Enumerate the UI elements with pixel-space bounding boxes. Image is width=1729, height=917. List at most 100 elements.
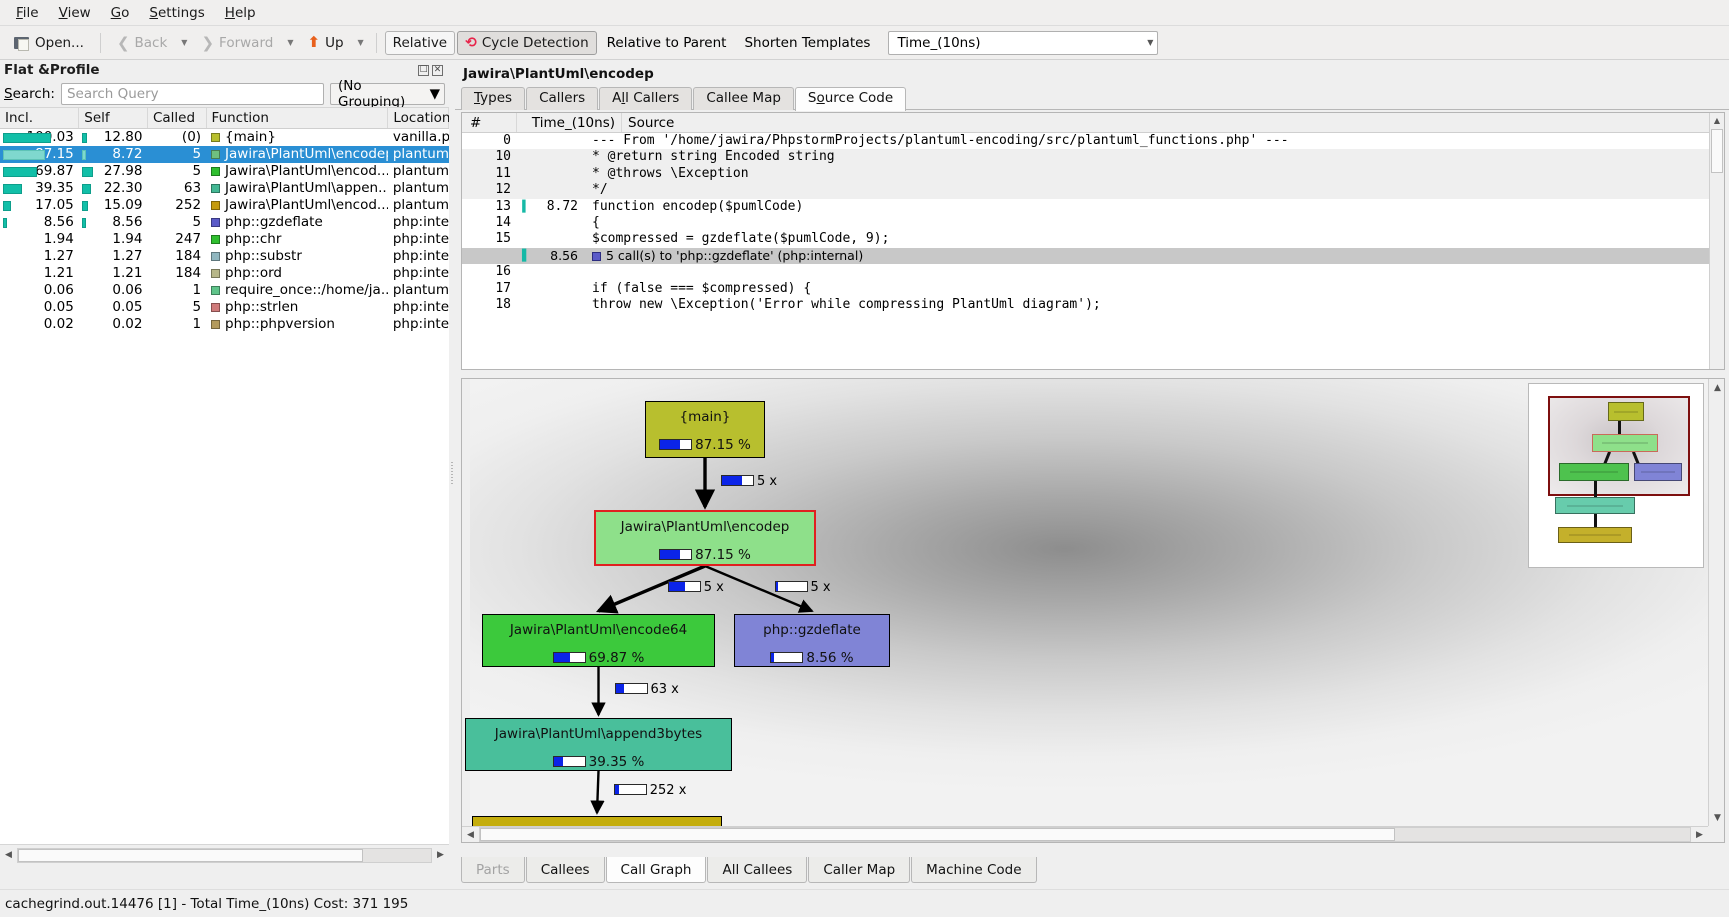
up-dropdown-arrow[interactable]: ▼	[354, 38, 368, 47]
source-line[interactable]: 14 {	[462, 215, 1724, 231]
table-row[interactable]: 100.0312.80 (0){main}vanilla.php	[0, 129, 449, 147]
source-line[interactable]: 15 $compressed = gzdeflate($pumlCode, 9)…	[462, 231, 1724, 247]
cell-incl: 1.94	[43, 231, 74, 247]
scroll-down-icon[interactable]: ▼	[1709, 809, 1724, 826]
call-graph-minimap[interactable]	[1528, 383, 1704, 568]
bottom-tab-all-callees[interactable]: All Callees	[707, 857, 808, 883]
bottom-tab-machine-code[interactable]: Machine Code	[911, 857, 1037, 883]
menu-settings[interactable]: Settings	[139, 2, 214, 24]
grouping-combobox[interactable]: (No Grouping) ▼	[330, 78, 445, 110]
search-input[interactable]: Search Query	[60, 83, 324, 105]
back-button[interactable]: ❮ Back	[109, 30, 175, 56]
source-vscrollbar[interactable]: ▲	[1709, 113, 1724, 369]
table-row[interactable]: 1.21 1.21 184php::ordphp:internal	[0, 265, 449, 282]
source-line[interactable]: 13 ▐ 8.72 function encodep($pumlCode)	[462, 199, 1724, 215]
forward-dropdown-arrow[interactable]: ▼	[283, 38, 297, 47]
table-row[interactable]: 0.05 0.05 5php::strlenphp:internal	[0, 299, 449, 316]
source-line[interactable]: 18 throw new \Exception('Error while com…	[462, 297, 1724, 313]
column-header-location[interactable]: Location	[387, 108, 449, 129]
flat-profile-hscrollbar[interactable]: ◀ ▶	[0, 844, 449, 865]
table-row[interactable]: 17.05 15.09 252 Jawira\PlantUml\encod... pla…	[0, 197, 449, 214]
graph-hscrollbar[interactable]: ◀ ▶	[462, 826, 1708, 842]
bottom-tab-caller-map[interactable]: Caller Map	[808, 857, 911, 883]
source-line[interactable]: 12 */	[462, 182, 1724, 199]
search-label: Search:	[4, 86, 55, 102]
call-graph-node[interactable]: {main} 87.15 %	[645, 401, 765, 458]
table-row[interactable]: 1.27 1.27 184php::substrphp:internal	[0, 248, 449, 265]
table-row[interactable]: 0.06 0.06 1 require_once::/home/ja... plantu…	[0, 282, 449, 299]
call-graph-node[interactable]: Jawira\PlantUml\encode64 69.87 %	[482, 614, 715, 667]
shorten-templates-button[interactable]: Shorten Templates	[736, 32, 878, 54]
scroll-right-icon[interactable]: ▶	[1691, 826, 1708, 842]
table-row[interactable]: 1.94 1.94 247php::chrphp:internal	[0, 231, 449, 248]
scroll-thumb[interactable]	[18, 848, 363, 862]
cost-bar	[81, 201, 88, 211]
tab-callee-map[interactable]: Callee Map	[693, 87, 794, 110]
call-graph-node[interactable]: Jawira\PlantUml\append3bytes 39.35 %	[465, 718, 732, 771]
cycle-detection-button[interactable]: ⟲ Cycle Detection	[457, 30, 597, 55]
call-graph-canvas[interactable]: {main} 87.15 % Jawira\PlantUml\encodep 87.1…	[465, 379, 1708, 830]
node-label: Jawira\PlantUml\encode64	[509, 622, 688, 638]
node-cost-bar	[552, 652, 586, 663]
scroll-track[interactable]	[17, 847, 432, 863]
cell-function: php::chr	[206, 231, 388, 248]
menu-help[interactable]: Help	[215, 2, 266, 24]
back-dropdown-arrow[interactable]: ▼	[177, 38, 191, 47]
up-button[interactable]: ⬆ Up	[299, 31, 351, 55]
relative-to-parent-button[interactable]: Relative to Parent	[599, 32, 735, 54]
undock-icon[interactable]: ☐	[418, 64, 429, 76]
source-line[interactable]: 17 if (false === $compressed) {	[462, 281, 1724, 297]
bottom-tab-parts[interactable]: Parts	[461, 857, 525, 883]
table-row[interactable]: 8.568.56 5php::gzdeflatephp:internal	[0, 214, 449, 231]
source-col-line[interactable]: #	[462, 113, 517, 132]
column-header-self[interactable]: Self	[78, 108, 148, 129]
menu-view[interactable]: View	[49, 2, 101, 24]
edge-cost-bar	[613, 784, 647, 795]
scroll-left-icon[interactable]: ◀	[0, 847, 17, 864]
source-call-line[interactable]: ▐ 8.56 5 call(s) to 'php::gzdeflate' (php:…	[462, 247, 1724, 265]
table-row[interactable]: 39.35 22.30 63 Jawira\PlantUml\appen... plan…	[0, 180, 449, 197]
toolbar-separator-1	[99, 32, 101, 53]
scroll-right-icon[interactable]: ▶	[432, 847, 449, 864]
tab-source-code[interactable]: Source Code	[794, 87, 907, 111]
forward-button[interactable]: ❯ Forward	[193, 30, 281, 56]
call-graph-node[interactable]: php::gzdeflate 8.56 %	[734, 614, 890, 667]
open-button[interactable]: Open...	[6, 31, 92, 55]
column-header-function[interactable]: Function	[206, 108, 389, 129]
call-graph-node[interactable]: Jawira\PlantUml\encodep 87.15 %	[594, 510, 816, 566]
source-line[interactable]: 10 * @return string Encoded string	[462, 149, 1724, 166]
column-header-called[interactable]: Called	[147, 108, 207, 129]
scroll-track[interactable]	[479, 827, 1691, 842]
bottom-tab-callees[interactable]: Callees	[525, 857, 605, 883]
source-col-cost[interactable]: Time_(10ns)	[517, 113, 622, 132]
tab-types[interactable]: Types	[461, 87, 526, 110]
source-line-cost	[527, 182, 583, 198]
menu-go[interactable]: Go	[101, 2, 140, 24]
graph-vscrollbar[interactable]: ▲ ▼	[1708, 379, 1724, 826]
menu-file[interactable]: File	[6, 2, 49, 24]
source-line[interactable]: 11 * @throws \Exception	[462, 165, 1724, 183]
cell-location: php:internal	[392, 214, 449, 230]
scroll-thumb[interactable]	[480, 828, 1395, 841]
node-cost: 39.35 %	[466, 754, 731, 770]
column-header-incl[interactable]: Incl.	[0, 108, 80, 129]
source-line[interactable]: 0 --- From '/home/jawira/PhpstormProjects…	[462, 133, 1724, 149]
event-type-combobox[interactable]: Time_(10ns) ▼	[888, 30, 1159, 55]
scroll-up-icon[interactable]: ▲	[1710, 113, 1724, 127]
table-row[interactable]: 87.15 8.72 5 Jawira\PlantUml\encodep plantum…	[0, 146, 449, 163]
relative-toggle-button[interactable]: Relative	[384, 30, 456, 55]
edge-cost-bar	[614, 683, 648, 694]
source-line[interactable]: 16	[462, 264, 1724, 280]
menu-bar: File View Go Settings Help	[0, 0, 1729, 26]
scroll-thumb[interactable]	[1711, 129, 1723, 173]
source-col-source[interactable]: Source	[622, 113, 1724, 132]
table-row[interactable]: 69.87 27.98 5 Jawira\PlantUml\encod... plant…	[0, 163, 449, 180]
bottom-tab-call-graph[interactable]: Call Graph	[605, 857, 707, 883]
call-graph-view[interactable]: {main} 87.15 % Jawira\PlantUml\encodep 87.1…	[461, 378, 1725, 843]
tab-callers[interactable]: Callers	[526, 87, 599, 110]
scroll-left-icon[interactable]: ◀	[462, 826, 479, 842]
tab-all-callers[interactable]: All Callers	[599, 87, 693, 110]
close-icon[interactable]: ✕	[432, 64, 443, 76]
table-row[interactable]: 0.02 0.02 1php::phpversionphp:internal	[0, 316, 449, 333]
scroll-up-icon[interactable]: ▲	[1709, 379, 1724, 396]
